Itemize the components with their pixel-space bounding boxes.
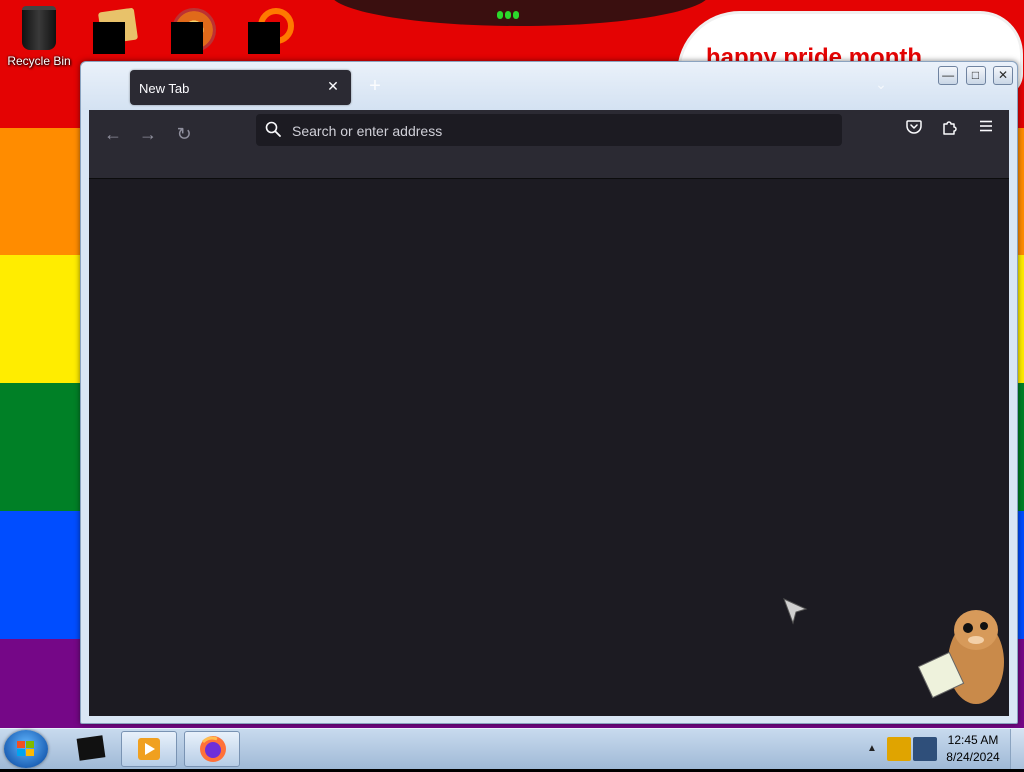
minimize-button[interactable]: — <box>938 66 959 85</box>
system-clock[interactable]: 12:45 AM 8/24/2024 <box>940 732 1006 766</box>
tray-network-icon[interactable] <box>913 737 937 761</box>
clock-time: 12:45 AM <box>947 733 999 747</box>
maximize-icon: □ <box>971 68 980 82</box>
recycle-bin-icon <box>22 6 56 50</box>
close-icon: ✕ <box>997 68 1009 82</box>
maximize-button[interactable]: □ <box>965 66 986 85</box>
desktop-icon-hidden-3[interactable] <box>248 22 280 54</box>
browser-window: New Tab ✕ + ⌄ — □ ✕ ← → ↻ <box>80 61 1018 724</box>
minimize-icon: — <box>942 68 955 82</box>
search-icon <box>265 121 281 137</box>
new-tab-button[interactable]: + <box>365 76 385 96</box>
wallpaper-eyes <box>497 6 527 19</box>
clock-date: 8/24/2024 <box>946 750 1000 764</box>
window-controls: — □ ✕ <box>935 66 1013 88</box>
menu-icon[interactable] <box>974 118 998 142</box>
browser-titlebar[interactable]: New Tab ✕ + ⌄ — □ ✕ <box>81 62 1017 110</box>
tab-close-icon[interactable]: ✕ <box>323 76 343 96</box>
extensions-icon[interactable] <box>938 118 962 142</box>
firefox-icon <box>200 736 226 762</box>
taskbar-item-media-player[interactable] <box>121 731 177 767</box>
start-button[interactable] <box>4 730 48 768</box>
app-box-icon <box>76 735 106 761</box>
list-all-tabs-chevron-icon[interactable]: ⌄ <box>871 76 891 96</box>
page-content-area[interactable] <box>89 179 1009 716</box>
reload-button[interactable]: ↻ <box>170 120 198 148</box>
taskbar: ▲ 12:45 AM 8/24/2024 <box>0 728 1024 769</box>
navigation-toolbar: ← → ↻ <box>89 110 1009 179</box>
close-button[interactable]: ✕ <box>993 66 1013 85</box>
recycle-bin-label: Recycle Bin <box>7 54 71 68</box>
tab-new-tab[interactable]: New Tab ✕ <box>130 70 351 105</box>
back-button[interactable]: ← <box>99 120 127 148</box>
mouse-cursor-icon <box>783 598 808 625</box>
desktop-icon-hidden-2[interactable] <box>171 22 203 54</box>
media-player-icon <box>138 738 160 760</box>
pocket-icon[interactable] <box>902 118 926 142</box>
hamster-mascot-icon <box>918 610 1004 704</box>
taskbar-item-firefox[interactable] <box>184 731 240 767</box>
desktop-icon-recycle-bin[interactable]: Recycle Bin <box>4 4 74 68</box>
taskbar-item-app-1[interactable] <box>62 731 118 767</box>
windows-logo-icon <box>17 741 34 756</box>
show-hidden-icons-button[interactable]: ▲ <box>866 743 878 755</box>
address-bar[interactable] <box>256 114 842 148</box>
forward-button[interactable]: → <box>134 120 162 148</box>
tab-title: New Tab <box>139 81 190 96</box>
search-input[interactable] <box>290 114 834 148</box>
tray-app-icon[interactable] <box>887 737 911 761</box>
show-desktop-button[interactable] <box>1010 729 1024 769</box>
desktop-icon-hidden-1[interactable] <box>93 22 125 54</box>
